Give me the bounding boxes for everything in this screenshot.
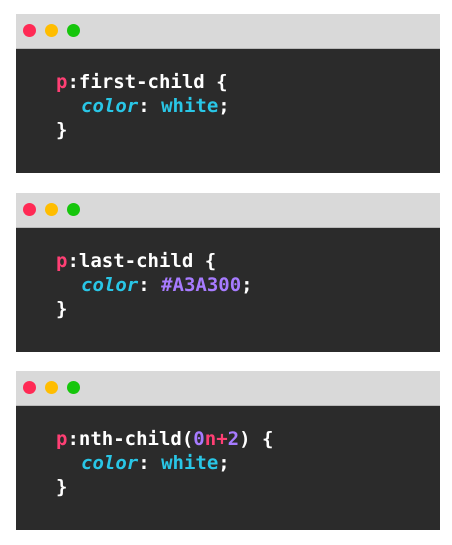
window-titlebar [16,193,440,228]
code-window-first-child: p:first-child { color: white; } [16,14,440,173]
colon: : [138,452,162,474]
semicolon: ; [218,452,230,474]
stage: p:first-child { color: white; } p:last-c… [0,0,452,545]
minimize-dot-icon[interactable] [45,381,58,394]
colon: : [138,95,162,117]
css-value: #A3A300 [161,274,242,296]
code-window-last-child: p:last-child { color: #A3A300; } [16,193,440,352]
code-editor: p:last-child { color: #A3A300; } [16,228,440,352]
close-brace: } [56,476,68,498]
open-brace: { [250,428,274,450]
pseudo-class: :last-child [67,250,194,272]
code-line-declaration: color: white; [56,451,440,475]
code-window-nth-child: p:nth-child(0n+2) { color: white; } [16,371,440,530]
colon: : [138,274,162,296]
arg-coefficient: 0 [193,428,205,450]
code-line-close: } [56,297,440,321]
close-dot-icon[interactable] [23,203,36,216]
css-property: color [81,95,139,117]
window-titlebar [16,14,440,49]
minimize-dot-icon[interactable] [45,24,58,37]
close-brace: } [56,119,68,141]
close-brace: } [56,298,68,320]
selector-tag: p [56,428,68,450]
selector-tag: p [56,250,68,272]
css-property: color [81,274,139,296]
code-line-close: } [56,475,440,499]
arg-plus: + [216,428,228,450]
close-dot-icon[interactable] [23,24,36,37]
code-editor: p:first-child { color: white; } [16,49,440,173]
semicolon: ; [218,95,230,117]
code-line-declaration: color: white; [56,94,440,118]
code-line-declaration: color: #A3A300; [56,273,440,297]
window-titlebar [16,371,440,406]
maximize-dot-icon[interactable] [67,24,80,37]
code-line-selector: p:last-child { [56,249,440,273]
minimize-dot-icon[interactable] [45,203,58,216]
selector-tag: p [56,71,68,93]
open-brace: { [193,250,217,272]
css-property: color [81,452,139,474]
css-value: white [161,452,219,474]
maximize-dot-icon[interactable] [67,203,80,216]
arg-n: n [204,428,217,450]
pseudo-class: :first-child [67,71,205,93]
maximize-dot-icon[interactable] [67,381,80,394]
open-brace: { [204,71,228,93]
arg-constant: 2 [227,428,240,450]
close-dot-icon[interactable] [23,381,36,394]
code-line-selector: p:nth-child(0n+2) { [56,427,440,451]
pseudo-close-paren: ) [239,428,251,450]
pseudo-class: :nth-child( [67,428,194,450]
code-line-close: } [56,118,440,142]
code-editor: p:nth-child(0n+2) { color: white; } [16,406,440,530]
semicolon: ; [241,274,253,296]
css-value: white [161,95,219,117]
code-line-selector: p:first-child { [56,70,440,94]
